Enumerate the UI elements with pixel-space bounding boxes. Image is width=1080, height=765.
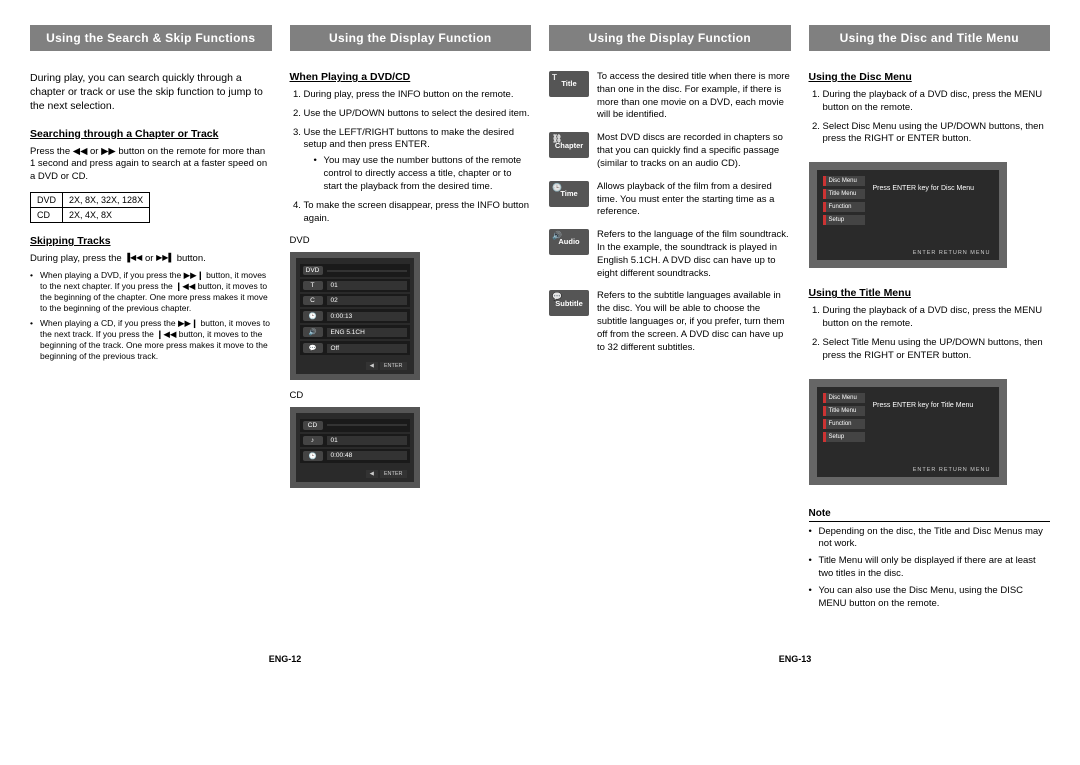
header-search-skip: Using the Search & Skip Functions xyxy=(30,25,272,51)
note-heading: Note xyxy=(809,508,1051,522)
step-3: Use the LEFT/RIGHT buttons to make the d… xyxy=(304,127,532,194)
header-disc-title: Using the Disc and Title Menu xyxy=(809,25,1051,51)
osd-screenshot-dvd: DVD T01 C02 🕒0:00:13 🔊ENG 5.1CH 💬Off ◀EN… xyxy=(290,252,420,380)
column-display-2: Using the Display Function TTitle To acc… xyxy=(549,25,791,614)
track-icon: ♪ xyxy=(303,436,323,445)
column-display-1: Using the Display Function When Playing … xyxy=(290,25,532,614)
search-body: Press the ◀◀ or ▶▶ button on the remote … xyxy=(30,146,272,184)
next-track-icon: ▶▶▌ xyxy=(156,254,174,262)
steps-display: During play, press the INFO button on th… xyxy=(290,89,532,225)
subhead-when-playing: When Playing a DVD/CD xyxy=(290,71,532,83)
time-badge: 🕒Time xyxy=(549,181,589,207)
skip-line: During play, press the ▐◀◀ or ▶▶▌ button… xyxy=(30,253,272,266)
page-number-right: ENG-13 xyxy=(540,654,1050,664)
step-4: To make the screen disappear, press the … xyxy=(304,200,532,226)
subhead-searching: Searching through a Chapter or Track xyxy=(30,128,272,140)
cell-cd: CD xyxy=(31,207,63,222)
cell-dvd: DVD xyxy=(31,192,63,207)
steps-disc-menu: During the playback of a DVD disc, press… xyxy=(809,89,1051,146)
header-display-2: Using the Display Function xyxy=(549,25,791,51)
page-number-left: ENG-12 xyxy=(30,654,540,664)
skip-c: button. xyxy=(177,253,206,264)
step-3-sub: You may use the number buttons of the re… xyxy=(324,155,532,193)
subtitle-badge: 💬Subtitle xyxy=(549,290,589,316)
cell-cd-speeds: 2X, 4X, 8X xyxy=(63,207,150,222)
bullet-dvd-skip: •When playing a DVD, if you press the ▶▶… xyxy=(30,270,272,314)
note-2: •Title Menu will only be displayed if th… xyxy=(809,555,1051,581)
subhead-disc-menu: Using the Disc Menu xyxy=(809,71,1051,83)
subhead-skipping: Skipping Tracks xyxy=(30,235,272,247)
skip-b: or xyxy=(145,253,156,264)
osd-screenshot-cd: CD ♪01 🕒0:00:48 ◀ENTER xyxy=(290,407,420,488)
subhead-title-menu: Using the Title Menu xyxy=(809,287,1051,299)
audio-icon: 🔊 xyxy=(303,327,323,337)
info-chapter: ⛓Chapter Most DVD discs are recorded in … xyxy=(549,132,791,170)
info-time: 🕒Time Allows playback of the film from a… xyxy=(549,181,791,219)
clock-icon: 🕒 xyxy=(303,451,323,461)
info-audio: 🔊Audio Refers to the language of the fil… xyxy=(549,229,791,280)
info-subtitle: 💬Subtitle Refers to the subtitle languag… xyxy=(549,290,791,354)
note-1: •Depending on the disc, the Title and Di… xyxy=(809,526,1051,552)
intro-text: During play, you can search quickly thro… xyxy=(30,71,272,114)
header-display-1: Using the Display Function xyxy=(290,25,532,51)
column-disc-title-menu: Using the Disc and Title Menu Using the … xyxy=(809,25,1051,614)
step-1: During play, press the INFO button on th… xyxy=(304,89,532,102)
cell-dvd-speeds: 2X, 8X, 32X, 128X xyxy=(63,192,150,207)
disc-menu-screenshot: Disc Menu Title Menu Function Setup Pres… xyxy=(809,162,1007,268)
subtitle-icon: 💬 xyxy=(303,343,323,353)
osd-label-cd: CD xyxy=(290,390,532,403)
column-search-skip: Using the Search & Skip Functions During… xyxy=(30,25,272,614)
note-3: •You can also use the Disc Menu, using t… xyxy=(809,585,1051,611)
audio-badge: 🔊Audio xyxy=(549,229,589,255)
skip-a: During play, press the xyxy=(30,253,124,264)
osd-label-dvd: DVD xyxy=(290,235,532,248)
info-title: TTitle To access the desired title when … xyxy=(549,71,791,122)
steps-title-menu: During the playback of a DVD disc, press… xyxy=(809,305,1051,362)
step-2: Use the UP/DOWN buttons to select the de… xyxy=(304,108,532,121)
title-badge: TTitle xyxy=(549,71,589,97)
speed-table: DVD2X, 8X, 32X, 128X CD2X, 4X, 8X xyxy=(30,192,150,223)
prev-track-icon: ▐◀◀ xyxy=(124,254,142,262)
bullet-cd-skip: •When playing a CD, if you press the ▶▶❙… xyxy=(30,318,272,362)
title-menu-screenshot: Disc Menu Title Menu Function Setup Pres… xyxy=(809,379,1007,485)
chapter-badge: ⛓Chapter xyxy=(549,132,589,158)
clock-icon: 🕒 xyxy=(303,311,323,321)
